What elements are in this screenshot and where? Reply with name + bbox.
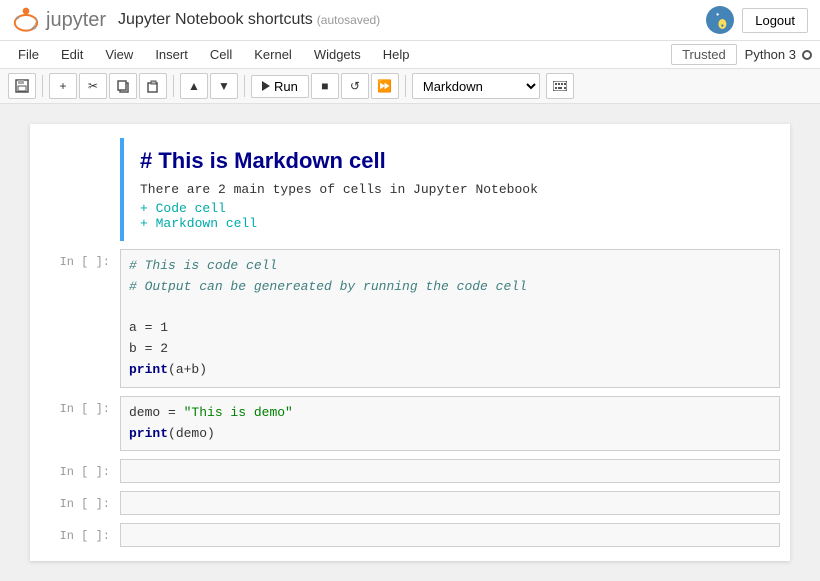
code-content-4[interactable] — [120, 491, 780, 515]
menu-cell[interactable]: Cell — [200, 43, 242, 66]
cut-cell-button[interactable]: ✂ — [79, 73, 107, 99]
code-line-demo: demo = "This is demo" — [129, 403, 771, 424]
menu-view[interactable]: View — [95, 43, 143, 66]
add-cell-button[interactable]: + — [49, 73, 77, 99]
code-cell-1: In [ ]: # This is code cell # Output can… — [30, 245, 790, 392]
move-cell-up-button[interactable]: ▲ — [180, 73, 208, 99]
run-label: Run — [274, 79, 298, 94]
toolbar-sep-2 — [173, 75, 174, 97]
code-cell-4: In [ ]: — [30, 487, 790, 519]
markdown-content[interactable]: # This is Markdown cell There are 2 main… — [120, 138, 780, 241]
code-content-5[interactable] — [120, 523, 780, 547]
top-navbar: jupyter Jupyter Notebook shortcuts (auto… — [0, 0, 820, 41]
code-line-b: b = 2 — [129, 339, 771, 360]
move-cell-down-button[interactable]: ▼ — [210, 73, 238, 99]
code-cell-2: In [ ]: demo = "This is demo" print(demo… — [30, 392, 790, 456]
menu-file[interactable]: File — [8, 43, 49, 66]
code-var-demo: demo — [129, 405, 168, 420]
run-triangle-icon — [262, 81, 270, 91]
code-line-print-1: print(a+b) — [129, 360, 771, 381]
code-cell-3: In [ ]: — [30, 455, 790, 487]
menu-right: Trusted Python 3 — [671, 44, 812, 65]
markdown-link-1: + Code cell — [140, 201, 764, 216]
run-button[interactable]: Run — [251, 75, 309, 98]
copy-cell-button[interactable] — [109, 73, 137, 99]
interrupt-kernel-button[interactable]: ■ — [311, 73, 339, 99]
autosaved-label: (autosaved) — [317, 13, 380, 27]
print-args-1: (a+b) — [168, 362, 207, 377]
kernel-status: Python 3 — [745, 47, 812, 62]
markdown-h1: # This is Markdown cell — [140, 148, 764, 174]
code-line-comment-2: # Output can be genereated by running th… — [129, 277, 771, 298]
markdown-cell-1: # This is Markdown cell There are 2 main… — [30, 134, 790, 245]
restart-run-all-button[interactable]: ⏩ — [371, 73, 399, 99]
code-prompt-2: In [ ]: — [30, 396, 120, 416]
top-navbar-right: Logout — [706, 6, 808, 34]
cell-type-select[interactable]: Markdown Code Raw NBConvert Heading — [412, 73, 540, 99]
menu-bar: File Edit View Insert Cell Kernel Widget… — [0, 41, 820, 69]
print-args-2: (demo) — [168, 426, 215, 441]
code-line-print-2: print(demo) — [129, 424, 771, 445]
menu-kernel[interactable]: Kernel — [244, 43, 302, 66]
python-logo — [706, 6, 734, 34]
notebook-inner: # This is Markdown cell There are 2 main… — [30, 124, 790, 561]
string-demo: "This is demo" — [184, 405, 293, 420]
kernel-name: Python 3 — [745, 47, 796, 62]
markdown-body-text: There are 2 main types of cells in Jupyt… — [140, 182, 764, 197]
toolbar: + ✂ ▲ ▼ Run ■ ↺ ⏩ Markdown Code Raw NBCo… — [0, 69, 820, 104]
jupyter-logo-icon — [12, 6, 40, 34]
markdown-prompt — [30, 138, 120, 144]
code-line-blank-1 — [129, 298, 771, 319]
notebook-title: Jupyter Notebook shortcuts — [118, 11, 313, 29]
code-content-3[interactable] — [120, 459, 780, 483]
menu-help[interactable]: Help — [373, 43, 420, 66]
jupyter-wordmark: jupyter — [46, 9, 106, 32]
toolbar-sep-3 — [244, 75, 245, 97]
code-prompt-1: In [ ]: — [30, 249, 120, 269]
code-prompt-5: In [ ]: — [30, 523, 120, 543]
toolbar-sep-1 — [42, 75, 43, 97]
keyword-print: print — [129, 362, 168, 377]
logout-button[interactable]: Logout — [742, 8, 808, 33]
code-line-comment-1: # This is code cell — [129, 256, 771, 277]
markdown-link-2: + Markdown cell — [140, 216, 764, 231]
jupyter-logo: jupyter — [12, 6, 106, 34]
code-prompt-4: In [ ]: — [30, 491, 120, 511]
menu-edit[interactable]: Edit — [51, 43, 93, 66]
toolbar-sep-4 — [405, 75, 406, 97]
code-content-1[interactable]: # This is code cell # Output can be gene… — [120, 249, 780, 388]
menu-widgets[interactable]: Widgets — [304, 43, 371, 66]
code-prompt-3: In [ ]: — [30, 459, 120, 479]
code-content-2[interactable]: demo = "This is demo" print(demo) — [120, 396, 780, 452]
kernel-circle-icon — [802, 50, 812, 60]
paste-cell-button[interactable] — [139, 73, 167, 99]
menu-insert[interactable]: Insert — [145, 43, 198, 66]
code-line-a: a = 1 — [129, 318, 771, 339]
save-button[interactable] — [8, 73, 36, 99]
code-cell-5: In [ ]: — [30, 519, 790, 551]
notebook-container: # This is Markdown cell There are 2 main… — [0, 104, 820, 581]
keyword-print-2: print — [129, 426, 168, 441]
restart-kernel-button[interactable]: ↺ — [341, 73, 369, 99]
keyboard-shortcuts-button[interactable] — [546, 73, 574, 99]
trusted-badge[interactable]: Trusted — [671, 44, 737, 65]
